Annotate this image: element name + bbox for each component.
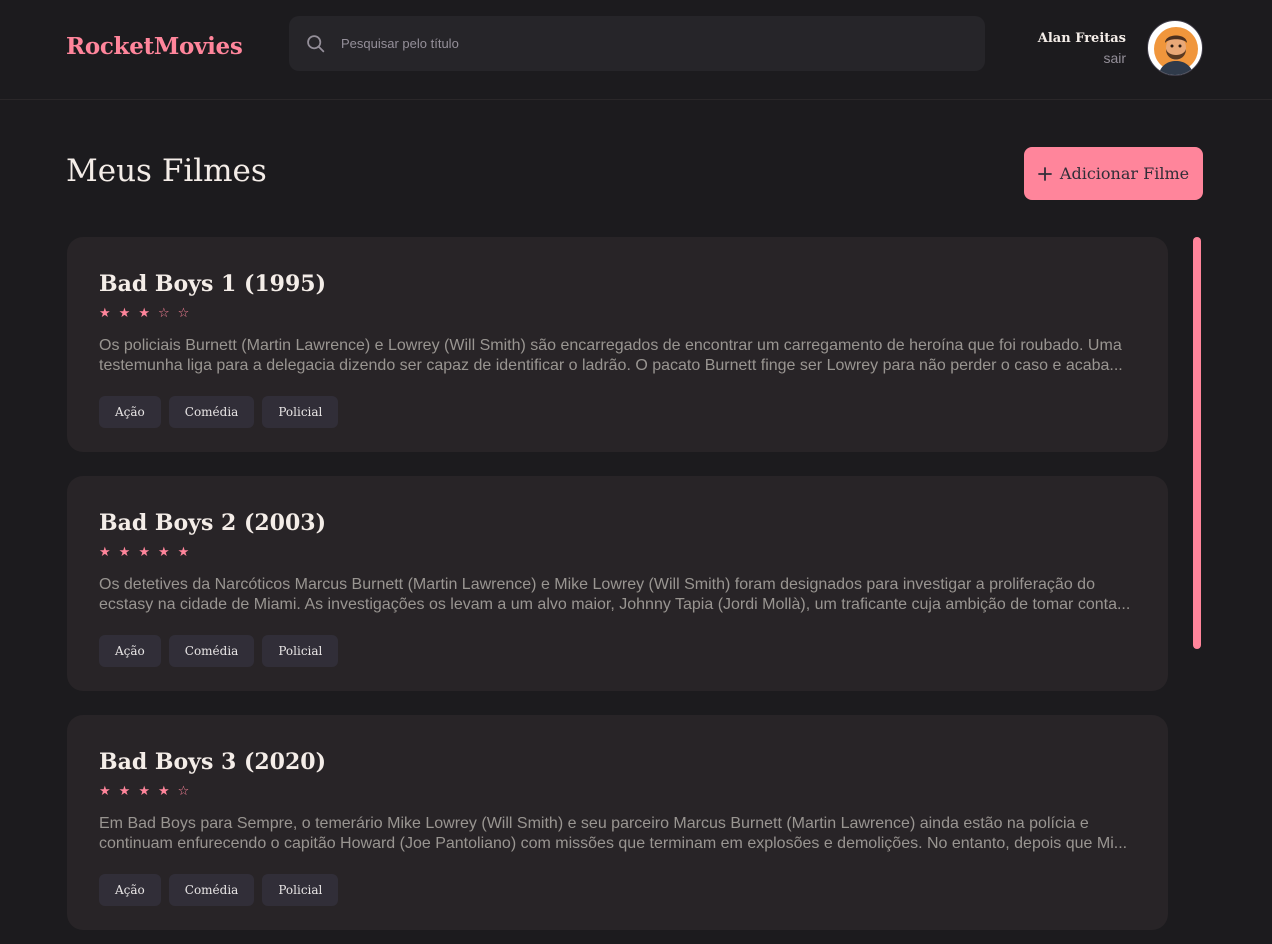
star-icon: ★ (99, 306, 111, 321)
movie-rating: ★ ★ ★ ★ ★ (99, 545, 189, 560)
star-icon: ★ (157, 545, 170, 560)
movie-rating: ★ ★ ★ ☆ ☆ (99, 306, 189, 321)
tag: Ação (99, 635, 161, 667)
movie-description: Em Bad Boys para Sempre, o temerário Mik… (99, 815, 1128, 852)
profile-name: Alan Freitas (1037, 31, 1126, 46)
star-icon: ★ (99, 545, 111, 560)
movie-title: Bad Boys 2 (2003) (99, 510, 327, 536)
tag-list: Ação Comédia Policial (99, 396, 339, 428)
movie-description: Os policiais Burnett (Martin Lawrence) e… (99, 337, 1123, 374)
star-icon: ★ (99, 784, 111, 799)
tag: Comédia (168, 635, 255, 667)
star-icon: ★ (118, 306, 131, 321)
avatar[interactable] (1147, 20, 1203, 76)
star-outline-icon: ☆ (157, 306, 170, 321)
tag: Ação (99, 396, 161, 428)
tag-list: Ação Comédia Policial (99, 635, 339, 667)
add-movie-label: Adicionar Filme (1059, 164, 1190, 183)
tag: Policial (262, 874, 339, 906)
star-icon: ★ (138, 784, 150, 799)
tag: Ação (99, 874, 161, 906)
scrollbar[interactable] (1193, 237, 1201, 649)
star-icon: ★ (118, 784, 131, 799)
tag-list: Ação Comédia Policial (99, 874, 339, 906)
movie-list[interactable]: Bad Boys 1 (1995) ★ ★ ★ ☆ ☆ Os policiais… (67, 237, 1168, 944)
plus-icon (1038, 166, 1052, 181)
tag: Comédia (168, 396, 255, 428)
star-outline-icon: ☆ (177, 306, 190, 321)
search-icon (307, 35, 325, 53)
search-input[interactable] (341, 16, 961, 71)
avatar-image (1154, 27, 1198, 75)
logo[interactable]: RocketMovies (66, 33, 243, 60)
page-title: Meus Filmes (66, 153, 267, 189)
star-icon: ★ (177, 545, 190, 560)
star-icon: ★ (138, 545, 150, 560)
tag: Policial (262, 396, 339, 428)
movie-description: Os detetives da Narcóticos Marcus Burnet… (99, 576, 1131, 613)
movie-card[interactable]: Bad Boys 2 (2003) ★ ★ ★ ★ ★ Os detetives… (67, 476, 1168, 691)
star-icon: ★ (138, 306, 150, 321)
tag: Policial (262, 635, 339, 667)
search-bar[interactable] (289, 16, 985, 71)
tag: Comédia (168, 874, 255, 906)
movie-title: Bad Boys 1 (1995) (99, 271, 327, 297)
header: RocketMovies Alan Freitas sair (0, 0, 1272, 100)
star-icon: ★ (157, 784, 170, 799)
movie-card[interactable]: Bad Boys 3 (2020) ★ ★ ★ ★ ☆ Em Bad Boys … (67, 715, 1168, 930)
star-icon: ★ (118, 545, 131, 560)
movie-card[interactable]: Bad Boys 1 (1995) ★ ★ ★ ☆ ☆ Os policiais… (67, 237, 1168, 452)
movie-rating: ★ ★ ★ ★ ☆ (99, 784, 189, 799)
star-outline-icon: ☆ (177, 784, 190, 799)
add-movie-button[interactable]: Adicionar Filme (1024, 147, 1203, 200)
movie-title: Bad Boys 3 (2020) (99, 749, 327, 775)
logout-link[interactable]: sair (1103, 50, 1126, 66)
